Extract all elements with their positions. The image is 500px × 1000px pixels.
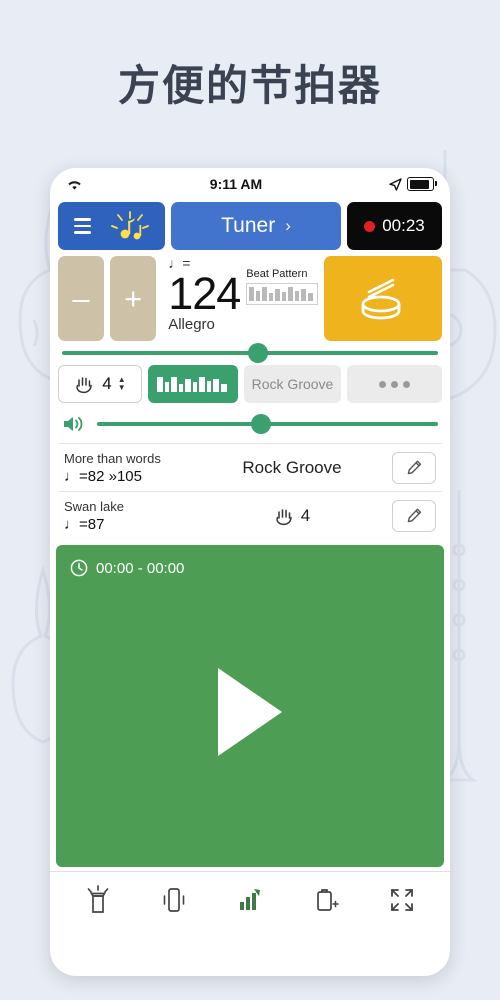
beat-pattern-block[interactable]: Beat Pattern (246, 268, 319, 305)
beat-pattern-label: Beat Pattern (246, 268, 308, 280)
more-options-button[interactable] (347, 365, 442, 403)
song-groove: Rock Groove (242, 457, 342, 477)
tempo-display[interactable]: ♩= 124 Allegro Beat Pattern (162, 256, 319, 341)
top-button-row: Tuner › 00:23 (58, 202, 442, 250)
song-list: More than words ♩=82 »105 Rock Groove Sw… (58, 443, 442, 539)
fullscreen-icon (391, 889, 413, 911)
edit-button[interactable] (392, 451, 436, 484)
bpm-block: ♩= 124 Allegro (168, 256, 241, 333)
speaker-volume-icon (64, 417, 83, 431)
beats-stepper[interactable]: ▲ ▼ (118, 376, 126, 392)
battery-full-icon (407, 177, 437, 191)
groove-button[interactable]: Rock Groove (244, 365, 341, 403)
clock-icon (70, 559, 88, 577)
hand-icon (276, 508, 292, 525)
chart-button[interactable] (226, 886, 274, 914)
status-bar-right (389, 177, 437, 191)
vibrate-icon (163, 888, 185, 912)
song-info: More than words ♩=82 »105 (64, 451, 192, 485)
drum-icon (361, 278, 401, 319)
tempo-slider[interactable] (58, 343, 442, 363)
list-item[interactable]: More than words ♩=82 »105 Rock Groove (58, 443, 442, 491)
status-bar-left (66, 178, 83, 191)
record-button[interactable]: 00:23 (347, 202, 442, 250)
tuner-label: Tuner (221, 214, 276, 237)
player-panel[interactable]: 00:00 - 00:00 (56, 545, 444, 867)
wifi-icon (68, 180, 81, 190)
dot-icon (379, 380, 386, 388)
song-beats: 4 (192, 506, 392, 526)
bottom-toolbar (50, 871, 450, 928)
player-time-range: 00:00 - 00:00 (96, 559, 185, 577)
tempo-decrease-button[interactable]: – (58, 256, 105, 341)
pattern-row: 4 ▲ ▼ Rock Groove (58, 365, 442, 403)
pattern-strip-button[interactable] (148, 365, 238, 403)
tempo-increase-button[interactable]: + (110, 256, 157, 341)
song-tempo: ♩=87 (64, 515, 105, 533)
player-time-row: 00:00 - 00:00 (56, 545, 444, 577)
hamburger-icon (73, 218, 91, 234)
volume-slider[interactable] (58, 413, 442, 435)
page-title: 方便的节拍器 (117, 61, 382, 110)
song-tempo: ♩=82 »105 (64, 467, 142, 485)
beats-selector[interactable]: 4 ▲ ▼ (58, 365, 142, 403)
hand-icon (76, 377, 93, 394)
flashlight-icon (87, 885, 109, 913)
volume-slider-knob[interactable] (250, 414, 271, 434)
phone-screenshot: 9:11 AM Tuner › 00:23 – + ♩= 124 Allegro… (50, 168, 450, 976)
metronome-icon (110, 211, 149, 240)
record-dot-icon (364, 220, 376, 232)
pattern-strip-icon (157, 377, 227, 392)
song-info: Swan lake ♩=87 (64, 499, 192, 533)
status-bar-time: 9:11 AM (209, 176, 263, 192)
song-title: Swan lake (64, 498, 124, 514)
chart-icon (240, 889, 260, 910)
menu-button[interactable] (58, 202, 165, 250)
pattern-strip-icon (249, 287, 314, 301)
fullscreen-button[interactable] (378, 887, 426, 913)
tempo-slider-track[interactable] (62, 343, 438, 363)
song-title: More than words (64, 450, 161, 466)
chevron-right-icon: › (285, 216, 291, 235)
flashlight-button[interactable] (74, 885, 122, 915)
app-body: Tuner › 00:23 – + ♩= 124 Allegro Beat Pa… (50, 202, 450, 539)
list-item[interactable]: Swan lake ♩=87 4 (58, 491, 442, 539)
battery-plus-button[interactable] (302, 886, 350, 914)
vibrate-button[interactable] (150, 885, 198, 915)
dot-icon (391, 380, 398, 388)
beats-value: 4 (300, 505, 311, 525)
status-bar: 9:11 AM (50, 168, 450, 200)
volume-slider-track[interactable] (97, 414, 438, 434)
record-timer: 00:23 (382, 216, 425, 235)
edit-button[interactable] (392, 499, 436, 532)
tempo-word: Allegro (168, 316, 215, 333)
tempo-slider-knob[interactable] (247, 343, 268, 363)
play-triangle-icon[interactable] (218, 668, 282, 757)
pencil-icon (407, 508, 421, 523)
tempo-row: – + ♩= 124 Allegro Beat Pattern (58, 256, 442, 341)
battery-plus-icon (317, 889, 339, 911)
bpm-value: 124 (168, 268, 241, 319)
dot-icon (403, 380, 410, 388)
drum-button[interactable] (324, 256, 442, 341)
beat-pattern-preview (246, 283, 319, 305)
pencil-icon (407, 460, 421, 475)
tuner-button[interactable]: Tuner › (171, 202, 341, 250)
beats-value: 4 (102, 374, 112, 393)
location-arrow-icon (389, 177, 402, 191)
